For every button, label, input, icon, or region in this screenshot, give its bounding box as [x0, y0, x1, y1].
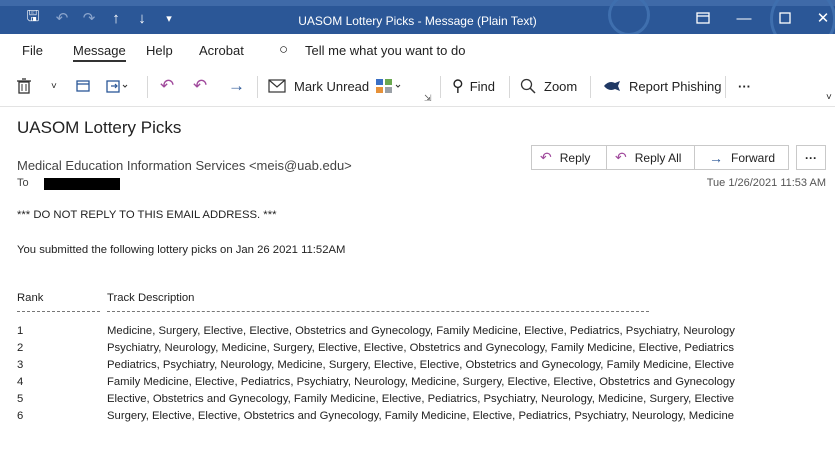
track-cell: Psychiatry, Neurology, Medicine, Surgery…	[107, 342, 735, 354]
rank-header: Rank	[17, 292, 44, 304]
forward-icon[interactable]: →	[228, 75, 245, 97]
find-label: Find	[469, 78, 496, 94]
report-phishing-label: Report Phishing	[629, 78, 722, 94]
intro-text: You submitted the following lottery pick…	[17, 244, 346, 256]
reply-all-icon[interactable]: ↶​	[193, 75, 207, 97]
categorize-icon[interactable]	[375, 75, 403, 97]
title-bar-strip	[0, 0, 835, 6]
menu-acrobat[interactable]: Acrobat	[199, 43, 244, 58]
to-label: To	[17, 177, 29, 189]
track-cell: Family Medicine, Elective, Pediatrics, P…	[107, 376, 735, 388]
reply-icon: ↶	[540, 149, 552, 165]
menu-message[interactable]: Message	[73, 43, 126, 62]
track-cell: Medicine, Surgery, Elective, Elective, O…	[107, 325, 735, 337]
mark-unread-label: Mark Unread	[294, 78, 370, 94]
title-bar: 🖫 ↶ ↷ ↑ ↓ ▾ UASOM Lottery Picks - Messag…	[0, 0, 835, 52]
message-subject: UASOM Lottery Picks	[17, 118, 182, 137]
do-not-reply-notice: *** DO NOT REPLY TO THIS EMAIL ADDRESS. …	[17, 209, 277, 221]
archive-icon[interactable]	[76, 75, 90, 97]
forward-icon: →	[709, 149, 723, 166]
menu-help[interactable]: Help	[146, 43, 173, 58]
sender[interactable]: Medical Education Information Services <…	[17, 158, 352, 173]
sent-date: Tue 1/26/2021 11:53 AM	[706, 177, 826, 189]
zoom-label: Zoom	[544, 78, 578, 94]
reply-all-button[interactable]: ↶ Reply All	[606, 145, 695, 170]
chevron-down-icon[interactable]: ˅	[51, 75, 57, 97]
rank-cell: 3	[17, 359, 24, 371]
restore-icon[interactable]	[695, 9, 711, 27]
toolbar-divider	[509, 76, 510, 98]
more-options-icon[interactable]: ···	[738, 75, 751, 97]
minimize-icon[interactable]: —	[736, 9, 752, 27]
delete-icon[interactable]	[17, 75, 31, 97]
toolbar-divider	[257, 76, 258, 98]
toolbar-divider	[590, 76, 591, 98]
track-divider	[107, 311, 649, 312]
dialog-launcher-icon[interactable]: ⇲	[424, 87, 432, 109]
close-icon[interactable]: ✕	[815, 9, 831, 27]
rank-cell: 5	[17, 393, 24, 405]
track-header: Track Description	[107, 292, 195, 304]
menu-bar: File Message Help Acrobat ○ Tell me what…	[0, 34, 835, 66]
more-actions-icon: ···	[805, 150, 817, 165]
move-icon[interactable]	[106, 75, 128, 97]
reply-all-label: Reply All	[634, 150, 682, 165]
menu-file[interactable]: File	[22, 43, 43, 58]
redacted-recipient	[44, 178, 120, 190]
rank-cell: 4	[17, 376, 24, 388]
find-icon: ⚲	[452, 78, 464, 95]
rank-cell: 2	[17, 342, 24, 354]
report-phishing-button[interactable]: Report Phishing	[603, 75, 722, 97]
track-cell: Surgery, Elective, Elective, Obstetrics …	[107, 410, 735, 422]
rank-cell: 1	[17, 325, 24, 337]
rank-cell: 6	[17, 410, 24, 422]
rank-divider	[17, 311, 100, 312]
forward-button[interactable]: → Forward	[694, 145, 789, 170]
reply-label: Reply	[559, 150, 591, 165]
toolbar-divider	[147, 76, 148, 98]
track-cell: Pediatrics, Psychiatry, Neurology, Medic…	[107, 359, 735, 371]
reply-button[interactable]: ↶ Reply	[531, 145, 607, 170]
toolbar-divider	[440, 76, 441, 98]
tell-me-search[interactable]: Tell me what you want to do	[305, 43, 465, 58]
zoom-button[interactable]: Zoom	[520, 75, 577, 97]
forward-label: Forward	[731, 150, 776, 165]
collapse-ribbon-icon[interactable]: ˅	[826, 86, 832, 108]
find-button[interactable]: ⚲ Find	[452, 75, 495, 97]
reply-icon[interactable]: ↶	[160, 75, 174, 97]
lightbulb-icon[interactable]: ○	[279, 41, 288, 58]
mark-unread-button[interactable]: Mark Unread	[268, 75, 369, 97]
ribbon-toolbar: ˅ ↶ ↶​ → Mark Unread ⇲ ⚲ Find Zoom Repor…	[0, 66, 835, 107]
toolbar-divider	[725, 76, 726, 98]
more-actions-button[interactable]: ···	[796, 145, 826, 170]
reply-all-icon: ↶	[615, 149, 627, 165]
maximize-icon[interactable]	[777, 9, 793, 27]
track-cell: Elective, Obstetrics and Gynecology, Fam…	[107, 393, 735, 405]
